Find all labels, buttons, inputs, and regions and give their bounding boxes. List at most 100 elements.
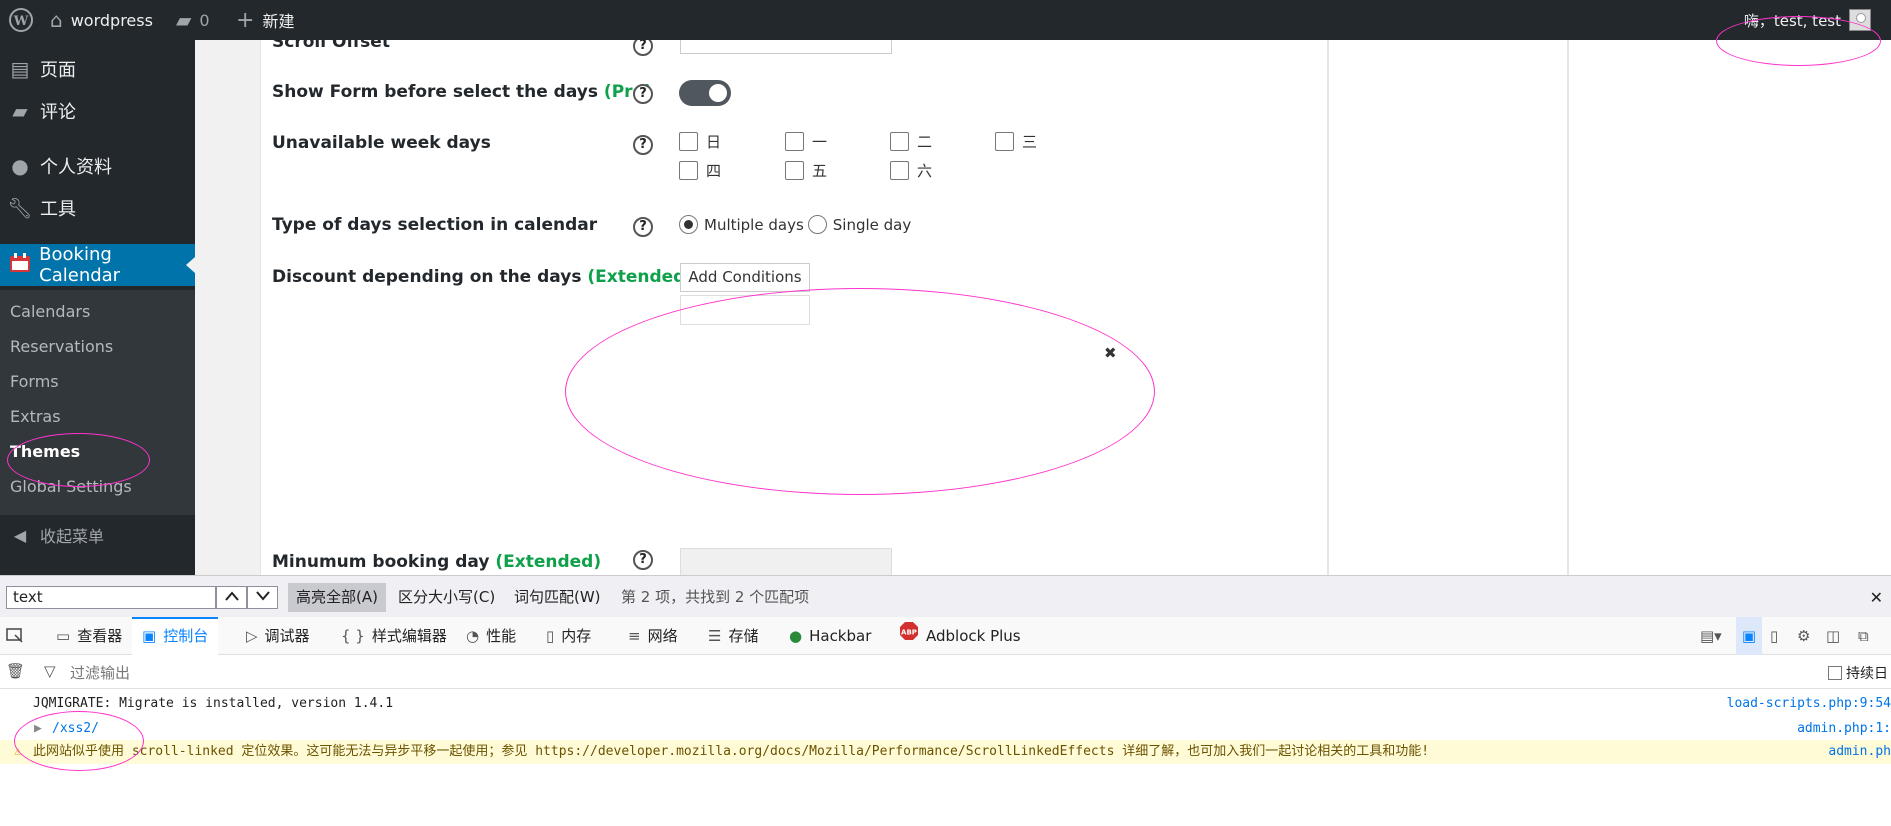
radio-label: Single day [832, 215, 912, 234]
help-icon[interactable]: ? [633, 217, 653, 237]
checkbox-box[interactable] [679, 161, 698, 180]
tab-style-editor[interactable]: { } 样式编辑器 [335, 617, 453, 655]
find-status: 第 2 项，共找到 2 个匹配项 [621, 588, 810, 606]
tab-storage[interactable]: ☰ 存储 [702, 617, 764, 655]
wrench-icon: 🔧︎ [7, 196, 33, 220]
site-name-link[interactable]: ⌂ wordpress [50, 0, 153, 40]
help-icon[interactable]: ? [633, 550, 653, 570]
conditions-box [680, 295, 810, 325]
checkbox-box[interactable] [785, 132, 804, 151]
checkbox-box[interactable] [679, 132, 698, 151]
submenu-forms[interactable]: Forms [10, 372, 59, 391]
log-source-link[interactable]: load-scripts.php:9:54 [1727, 693, 1891, 714]
split-console-icon[interactable]: ▣ [1736, 617, 1762, 655]
main-content: Scroll Offset ? Show Form before select … [195, 40, 1891, 575]
weekday-label: 日 [706, 133, 722, 151]
submenu-themes[interactable]: Themes [10, 442, 80, 461]
network-icon: ≡ [628, 627, 641, 645]
show-form-text: Show Form before select the days [272, 82, 598, 102]
pick-element-icon[interactable] [6, 617, 24, 655]
log-text[interactable]: /xss2/ [52, 718, 99, 739]
tab-hackbar[interactable]: ● Hackbar [783, 617, 877, 655]
close-find-bar-icon[interactable]: ✕ [1862, 583, 1891, 612]
weekday-checkbox[interactable]: 四 [679, 160, 721, 181]
tab-label: 样式编辑器 [371, 627, 447, 645]
find-input[interactable]: text [6, 586, 216, 609]
responsive-mode-icon[interactable]: ▯ [1770, 617, 1778, 655]
menu-label: Booking Calendar [39, 244, 121, 286]
weekday-checkbox[interactable]: 三 [995, 131, 1037, 152]
expand-triangle-icon[interactable]: ▶ [34, 718, 42, 739]
submenu-calendars[interactable]: Calendars [10, 302, 90, 321]
new-content-link[interactable]: + 新建 [236, 0, 294, 40]
radio-multiple-days[interactable] [679, 215, 698, 234]
checkbox-box[interactable] [890, 161, 909, 180]
help-icon[interactable]: ? [633, 135, 653, 155]
scroll-offset-label: Scroll Offset [272, 40, 390, 52]
weekday-checkbox[interactable]: 日 [679, 131, 721, 152]
submenu-reservations[interactable]: Reservations [10, 337, 113, 356]
menu-profile[interactable]: ● 个人资料 [0, 145, 195, 187]
close-icon[interactable]: ✖ [1104, 344, 1117, 362]
weekday-checkbox[interactable]: 一 [785, 131, 827, 152]
checkbox-box[interactable] [890, 132, 909, 151]
weekday-label: 六 [917, 162, 933, 180]
radio-label: Multiple days [704, 215, 804, 234]
radio-single-day[interactable] [807, 215, 827, 234]
weekday-checkbox[interactable]: 六 [890, 160, 932, 181]
extended-tag: (Extended) [495, 552, 602, 572]
wordpress-logo-icon[interactable]: W [8, 0, 34, 40]
menu-tools[interactable]: 🔧︎ 工具 [0, 187, 195, 229]
trash-icon[interactable]: 🗑︎ [6, 662, 25, 680]
admin-sidebar: ▤ 页面 ▰ 评论 ● 个人资料 🔧︎ 工具 Booking Calendar … [0, 40, 195, 575]
filter-output-input[interactable]: 过滤输出 [70, 662, 130, 683]
weekday-checkbox[interactable]: 五 [785, 160, 827, 181]
dock-layout-icon[interactable]: ▤▾ [1700, 617, 1722, 655]
scroll-offset-input[interactable] [680, 40, 892, 54]
find-next-button[interactable] [247, 586, 278, 609]
persist-logs-checkbox[interactable]: 持续日 [1828, 663, 1888, 683]
checkbox-box[interactable] [995, 132, 1014, 151]
checkbox-box[interactable] [1828, 666, 1842, 680]
tab-label: 网络 [647, 627, 678, 645]
my-account-link[interactable]: 嗨，test, test [1744, 0, 1871, 40]
submenu-global-settings[interactable]: Global Settings [10, 477, 132, 496]
whole-words-toggle[interactable]: 词句匹配(W) [506, 583, 609, 612]
find-previous-button[interactable] [216, 586, 247, 609]
match-case-toggle[interactable]: 区分大小写(C) [390, 583, 503, 612]
highlight-all-toggle[interactable]: 高亮全部(A) [288, 583, 386, 612]
plus-icon: + [236, 7, 255, 33]
show-form-toggle[interactable] [679, 80, 731, 106]
collapse-menu-button[interactable]: ◀ 收起菜单 [0, 515, 195, 555]
tab-console[interactable]: ▣ 控制台 [132, 617, 219, 655]
tab-adblock-plus[interactable]: ABP Adblock Plus [893, 617, 1027, 655]
add-conditions-button[interactable]: Add Conditions [680, 263, 810, 292]
tab-memory[interactable]: ▯ 内存 [540, 617, 597, 655]
log-source-link[interactable]: admin.php:1: [1797, 718, 1891, 739]
min-booking-input[interactable] [680, 548, 892, 575]
menu-comments[interactable]: ▰ 评论 [0, 90, 195, 132]
dock-side-icon[interactable]: ◫ [1826, 617, 1840, 655]
collapse-icon: ◀ [13, 525, 27, 545]
separate-window-icon[interactable]: ⧉ [1858, 617, 1869, 655]
weekday-label: 五 [812, 162, 828, 180]
days-selection-radios: Multiple days Single day [679, 215, 911, 234]
settings-gear-icon[interactable]: ⚙ [1797, 617, 1810, 655]
log-source-link[interactable]: admin.ph [1818, 740, 1891, 764]
comments-link[interactable]: ▰ 0 [176, 0, 210, 40]
checkbox-box[interactable] [785, 161, 804, 180]
unavailable-week-days-label: Unavailable week days [272, 133, 491, 153]
calendar-icon [0, 252, 39, 279]
menu-booking-calendar[interactable]: Booking Calendar [0, 244, 195, 286]
weekday-checkbox[interactable]: 二 [890, 131, 932, 152]
tab-inspector[interactable]: ▭ 查看器 [50, 617, 128, 655]
weekday-label: 一 [812, 133, 828, 151]
console-icon: ▣ [142, 627, 157, 645]
tab-debugger[interactable]: ▷ 调试器 [240, 617, 316, 655]
submenu-extras[interactable]: Extras [10, 407, 61, 426]
menu-pages[interactable]: ▤ 页面 [0, 48, 195, 90]
help-icon[interactable]: ? [633, 84, 653, 104]
avatar [1849, 9, 1871, 31]
tab-performance[interactable]: ◔ 性能 [460, 617, 522, 655]
tab-network[interactable]: ≡ 网络 [622, 617, 684, 655]
